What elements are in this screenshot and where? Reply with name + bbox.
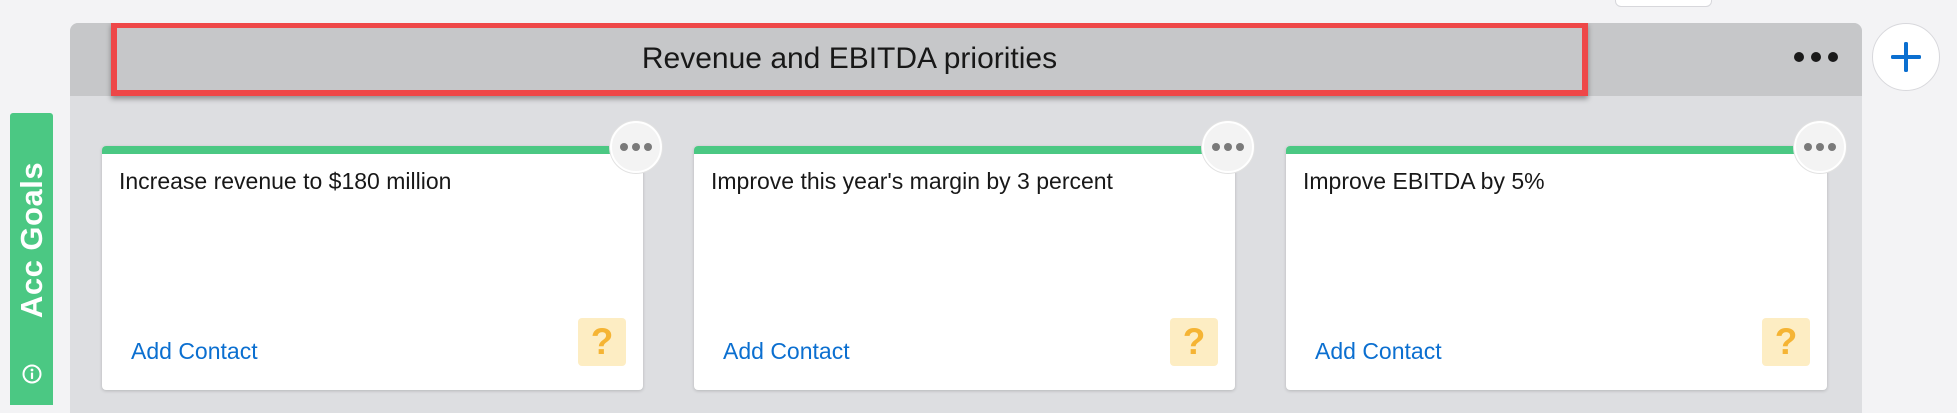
card-more-icon[interactable] (610, 121, 662, 173)
board-header: Revenue and EBITDA priorities (70, 23, 1862, 96)
side-tab-acc-goals[interactable]: Acc Goals (10, 113, 53, 405)
card-more-icon[interactable] (1202, 121, 1254, 173)
question-icon[interactable]: ? (578, 318, 626, 366)
card-status-stripe (694, 146, 1235, 154)
card-title: Improve EBITDA by 5% (1303, 168, 1545, 194)
card-status-stripe (1286, 146, 1827, 154)
goal-card: Improve EBITDA by 5% Add Contact ? (1286, 121, 1846, 390)
goal-card: Improve this year's margin by 3 percent … (694, 121, 1254, 390)
card-title: Increase revenue to $180 million (119, 168, 452, 194)
add-contact-link[interactable]: Add Contact (131, 338, 258, 365)
add-contact-link[interactable]: Add Contact (1315, 338, 1442, 365)
card-status-stripe (102, 146, 643, 154)
add-board-button[interactable] (1872, 23, 1940, 91)
goal-board: Revenue and EBITDA priorities Increase r… (70, 23, 1862, 413)
card-more-icon[interactable] (1794, 121, 1846, 173)
top-control-edge (1615, 0, 1712, 7)
card-title: Improve this year's margin by 3 percent (711, 168, 1113, 194)
board-title[interactable]: Revenue and EBITDA priorities (111, 23, 1588, 96)
plus-icon (1891, 42, 1921, 72)
goal-card: Increase revenue to $180 million Add Con… (102, 121, 662, 390)
question-icon[interactable]: ? (1170, 318, 1218, 366)
info-icon[interactable] (22, 364, 42, 384)
side-tab-label: Acc Goals (13, 161, 49, 319)
add-contact-link[interactable]: Add Contact (723, 338, 850, 365)
more-horizontal-icon[interactable] (1794, 46, 1838, 68)
question-icon[interactable]: ? (1762, 318, 1810, 366)
